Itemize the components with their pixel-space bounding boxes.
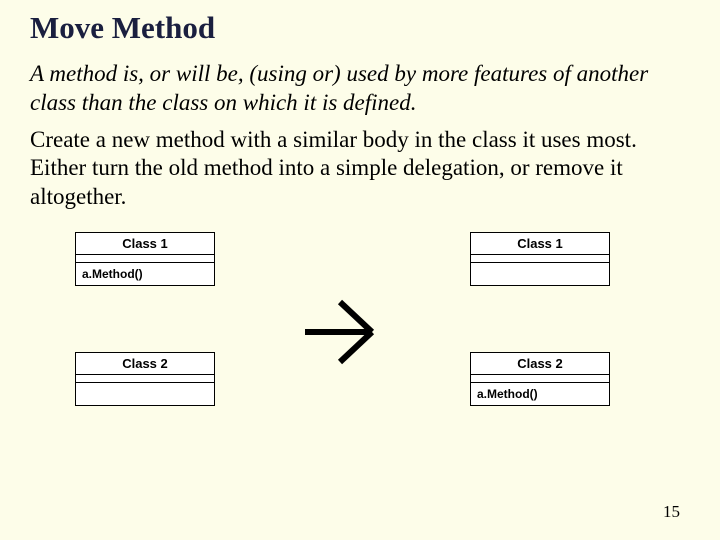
page-number: 15 [663,502,680,522]
uml-left-class2: Class 2 [75,352,215,406]
uml-methods-section [76,383,214,405]
uml-methods-section [471,263,609,285]
uml-attrs-section [471,375,609,383]
slide-title: Move Method [30,10,690,46]
diagram-area: Class 1 a.Method() Class 2 Class 1 Class… [30,232,690,482]
uml-class-name: Class 2 [471,353,609,375]
uml-class-name: Class 1 [76,233,214,255]
uml-attrs-section [76,375,214,383]
uml-attrs-section [76,255,214,263]
uml-methods-section: a.Method() [471,383,609,405]
uml-left-class1: Class 1 a.Method() [75,232,215,286]
uml-methods-section: a.Method() [76,263,214,285]
intro-normal-text: Create a new method with a similar body … [30,126,690,212]
uml-class-name: Class 2 [76,353,214,375]
uml-right-class2: Class 2 a.Method() [470,352,610,406]
uml-class-name: Class 1 [471,233,609,255]
intro-italic-text: A method is, or will be, (using or) used… [30,60,690,118]
uml-attrs-section [471,255,609,263]
arrow-icon [300,292,400,372]
uml-right-class1: Class 1 [470,232,610,286]
